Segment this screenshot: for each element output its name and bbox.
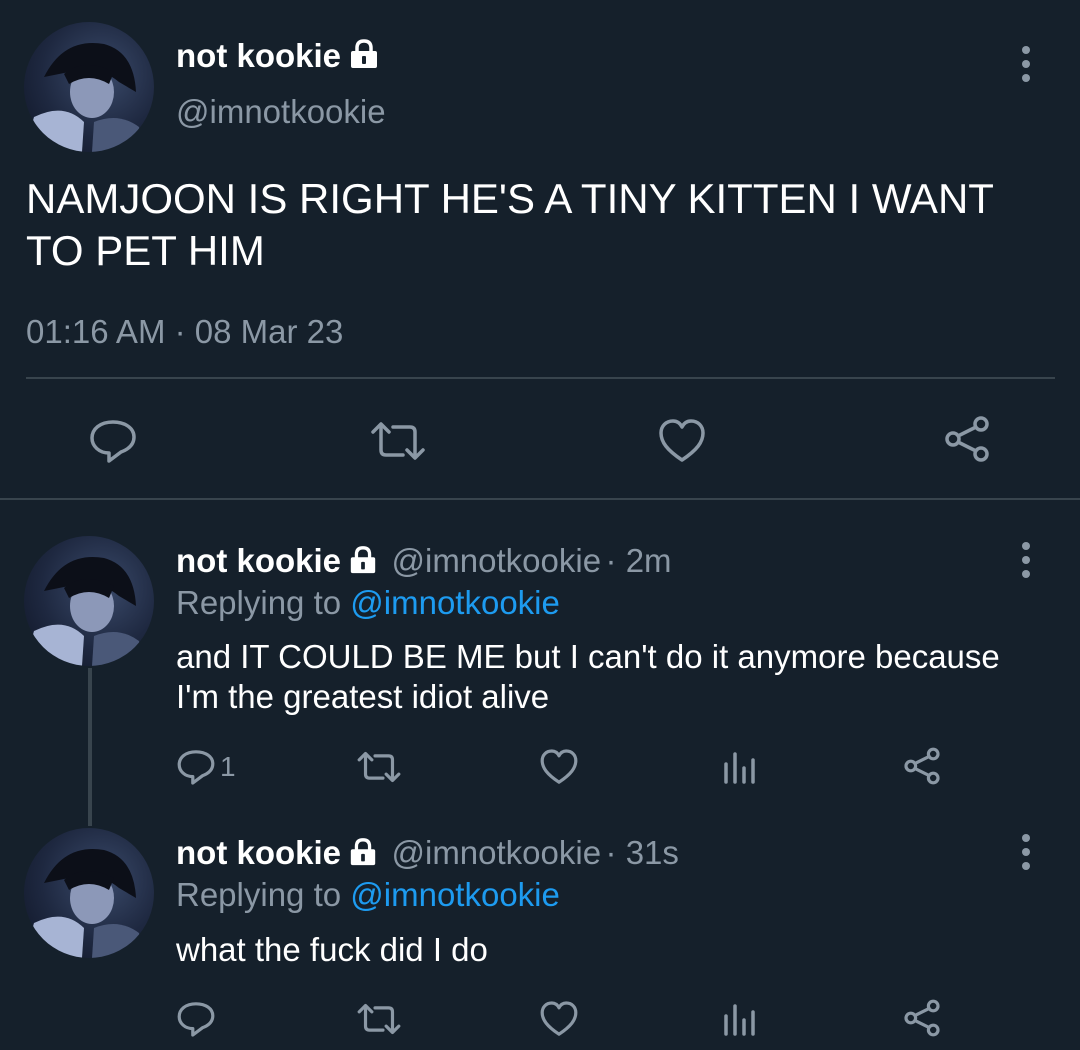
replying-to-label: Replying to — [176, 876, 342, 913]
more-options-icon[interactable] — [1020, 46, 1032, 88]
analytics-icon[interactable] — [722, 750, 756, 784]
retweet-icon[interactable] — [356, 1002, 402, 1036]
more-options-icon[interactable] — [1020, 834, 1032, 876]
share-icon[interactable] — [902, 746, 942, 786]
share-icon[interactable] — [902, 998, 942, 1038]
reply-icon — [176, 748, 216, 786]
share-icon[interactable] — [942, 414, 992, 464]
replying-to: Replying to @imnotkookie — [176, 584, 560, 622]
reply-text: and IT COULD BE ME but I can't do it any… — [176, 638, 1000, 715]
reply-text: what the fuck did I do — [176, 931, 488, 968]
author-handle[interactable]: @imnotkookie — [391, 834, 601, 871]
retweet-icon[interactable] — [369, 420, 427, 462]
author-name[interactable]: not kookie — [176, 37, 341, 74]
avatar[interactable] — [24, 536, 154, 666]
avatar[interactable] — [24, 22, 154, 152]
reply-count: 1 — [220, 751, 236, 782]
lock-icon — [347, 38, 381, 75]
replying-to-label: Replying to — [176, 584, 342, 621]
like-icon[interactable] — [539, 748, 579, 786]
lock-icon — [347, 837, 379, 872]
reply-time: · 2m — [605, 542, 672, 579]
reply-header: not kookie @imnotkookie · 31s — [176, 834, 679, 872]
author-name[interactable]: not kookie — [176, 542, 341, 579]
avatar[interactable] — [24, 828, 154, 958]
thread-line — [88, 668, 92, 826]
retweet-icon[interactable] — [356, 750, 402, 784]
reply-icon[interactable] — [88, 418, 138, 464]
author-handle[interactable]: @imnotkookie — [176, 93, 386, 131]
reply-icon[interactable] — [176, 1000, 216, 1038]
author-name[interactable]: not kookie — [176, 834, 341, 871]
more-options-icon[interactable] — [1020, 542, 1032, 584]
author-row: not kookie — [176, 37, 381, 75]
reply-time: · 31s — [605, 834, 679, 871]
replying-to-link[interactable]: @imnotkookie — [350, 876, 560, 913]
tweet-timestamp[interactable]: 01:16 AM · 08 Mar 23 — [26, 313, 343, 351]
like-icon[interactable] — [657, 418, 707, 464]
replying-to-link[interactable]: @imnotkookie — [350, 584, 560, 621]
reply-header: not kookie @imnotkookie · 2m — [176, 542, 672, 580]
lock-icon — [347, 545, 379, 580]
reply-button[interactable]: 1 — [176, 748, 236, 786]
divider — [26, 377, 1055, 379]
replying-to: Replying to @imnotkookie — [176, 876, 560, 914]
analytics-icon[interactable] — [722, 1002, 756, 1036]
author-handle[interactable]: @imnotkookie — [391, 542, 601, 579]
tweet-text: NAMJOON IS RIGHT HE'S A TINY KITTEN I WA… — [26, 175, 994, 274]
divider — [0, 498, 1080, 500]
like-icon[interactable] — [539, 1000, 579, 1038]
